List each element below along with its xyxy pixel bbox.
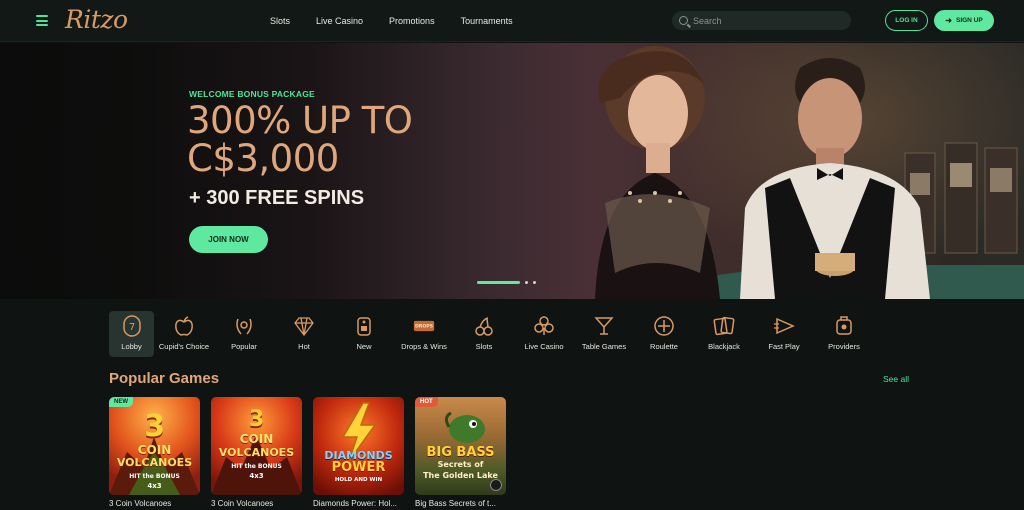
game-art-grid: 4x3 bbox=[249, 472, 264, 480]
search-input[interactable] bbox=[693, 15, 843, 26]
diamond-icon bbox=[293, 315, 315, 337]
see-all-link[interactable]: See all bbox=[883, 374, 909, 384]
svg-text:DROPS: DROPS bbox=[415, 324, 433, 330]
category-blackjack[interactable]: Blackjack bbox=[694, 311, 754, 357]
site-logo[interactable]: Ritzo bbox=[65, 5, 128, 34]
hero-title: 300% UP TO C$3,000 bbox=[187, 99, 413, 180]
carousel-dot[interactable] bbox=[525, 281, 528, 284]
game-name[interactable]: 3 Coin Volcanoes bbox=[211, 499, 302, 508]
providers-icon bbox=[833, 315, 855, 337]
game-thumbnail[interactable]: BIG BASS Secrets of The Golden Lake HOT bbox=[415, 397, 506, 495]
cherry-icon bbox=[473, 315, 495, 337]
cards-icon bbox=[713, 315, 735, 337]
section-title-popular-games: Popular Games bbox=[109, 370, 220, 387]
game-art-subtitle: VOLCANOES bbox=[218, 446, 295, 459]
category-cupids-choice[interactable]: Cupid's Choice bbox=[154, 311, 214, 357]
nav-slots[interactable]: Slots bbox=[270, 16, 290, 26]
top-header: Ritzo Slots Live Casino Promotions Tourn… bbox=[0, 0, 1024, 42]
login-button[interactable]: LOG IN bbox=[885, 10, 928, 31]
game-tile[interactable]: DIAMONDS POWER HOLD AND WIN Diamonds Pow… bbox=[313, 397, 404, 508]
svg-text:7: 7 bbox=[128, 322, 134, 333]
game-art-tagline: HOLD AND WIN bbox=[334, 477, 383, 483]
category-fast-play[interactable]: Fast Play bbox=[754, 311, 814, 357]
game-thumbnail[interactable]: DIAMONDS POWER HOLD AND WIN bbox=[313, 397, 404, 495]
game-art-tagline: HIT the BONUS bbox=[129, 473, 180, 480]
drops-wins-icon: DROPS bbox=[413, 315, 435, 337]
roulette-icon bbox=[653, 315, 675, 337]
game-name[interactable]: Diamonds Power: Hol... bbox=[313, 499, 404, 508]
dealer-illustration bbox=[740, 58, 930, 299]
game-tile[interactable]: 3 COIN VOLCANOES HIT the BONUS 4x3 3 Coi… bbox=[211, 397, 302, 508]
game-tile[interactable]: 3 COIN VOLCANOES HIT the BONUS 4x3 NEW 3… bbox=[109, 397, 200, 508]
carousel-dots bbox=[477, 281, 536, 284]
search-box[interactable] bbox=[672, 11, 851, 30]
game-art-subtitle: POWER bbox=[331, 460, 386, 475]
hero-title-line2: C$3,000 bbox=[187, 137, 339, 180]
bomb-icon bbox=[490, 479, 502, 491]
tag-icon bbox=[353, 315, 375, 337]
game-art-title: COIN bbox=[137, 443, 172, 457]
game-name[interactable]: 3 Coin Volcanoes bbox=[109, 499, 200, 508]
game-art-title: BIG BASS bbox=[426, 445, 495, 460]
club-icon bbox=[533, 315, 555, 337]
main-nav: Slots Live Casino Promotions Tournaments bbox=[270, 0, 539, 42]
carousel-dot[interactable] bbox=[533, 281, 536, 284]
laurel-icon bbox=[233, 315, 255, 337]
nav-tournaments[interactable]: Tournaments bbox=[461, 16, 513, 26]
category-bar: 7 Lobby Cupid's Choice Popular Hot New D… bbox=[109, 311, 874, 357]
game-art-subtitle: VOLCANOES bbox=[116, 456, 193, 469]
game-thumbnail[interactable]: 3 COIN VOLCANOES HIT the BONUS 4x3 bbox=[211, 397, 302, 495]
game-art-number: 3 bbox=[144, 409, 165, 444]
game-tile[interactable]: BIG BASS Secrets of The Golden Lake HOT … bbox=[415, 397, 506, 508]
cocktail-icon bbox=[593, 315, 615, 337]
hot-badge: HOT bbox=[415, 397, 438, 407]
new-badge: NEW bbox=[109, 397, 133, 407]
game-art-tagline: HIT the BONUS bbox=[231, 463, 282, 470]
nav-live-casino[interactable]: Live Casino bbox=[316, 16, 363, 26]
category-providers[interactable]: Providers bbox=[814, 311, 874, 357]
hero-banner[interactable]: WELCOME BONUS PACKAGE 300% UP TO C$3,000… bbox=[0, 43, 1024, 299]
hero-free-spins: + 300 FREE SPINS bbox=[189, 187, 365, 209]
signin-arrow-icon: ➜ bbox=[945, 16, 952, 25]
lady-illustration bbox=[595, 46, 720, 299]
category-live-casino[interactable]: Live Casino bbox=[514, 311, 574, 357]
signup-label: SIGN UP bbox=[955, 17, 983, 24]
game-name[interactable]: Big Bass Secrets of t... bbox=[415, 499, 506, 508]
game-art-grid: 4x3 bbox=[147, 482, 162, 490]
game-thumbnail[interactable]: 3 COIN VOLCANOES HIT the BONUS 4x3 NEW bbox=[109, 397, 200, 495]
hero-subtitle: WELCOME BONUS PACKAGE bbox=[189, 89, 315, 99]
category-drops-wins[interactable]: DROPS Drops & Wins bbox=[394, 311, 454, 357]
category-roulette[interactable]: Roulette bbox=[634, 311, 694, 357]
category-lobby[interactable]: 7 Lobby bbox=[109, 311, 154, 357]
game-art-subtitle: Secrets of bbox=[437, 460, 484, 469]
hero-title-line1: 300% UP TO bbox=[187, 99, 413, 142]
games-row: 3 COIN VOLCANOES HIT the BONUS 4x3 NEW 3… bbox=[109, 397, 506, 508]
menu-icon[interactable] bbox=[36, 15, 48, 26]
signup-button[interactable]: ➜ SIGN UP bbox=[934, 10, 994, 31]
category-slots[interactable]: Slots bbox=[454, 311, 514, 357]
category-table-games[interactable]: Table Games bbox=[574, 311, 634, 357]
category-popular[interactable]: Popular bbox=[214, 311, 274, 357]
game-art-title: COIN bbox=[239, 432, 274, 446]
fast-play-icon bbox=[773, 315, 795, 337]
join-now-button[interactable]: JOIN NOW bbox=[189, 226, 268, 253]
apple-icon bbox=[173, 315, 195, 337]
lobby-icon: 7 bbox=[121, 315, 143, 337]
game-art-number: 3 bbox=[248, 407, 265, 432]
category-hot[interactable]: Hot bbox=[274, 311, 334, 357]
search-icon bbox=[679, 16, 688, 25]
nav-promotions[interactable]: Promotions bbox=[389, 16, 435, 26]
carousel-dot-active[interactable] bbox=[477, 281, 520, 284]
category-new[interactable]: New bbox=[334, 311, 394, 357]
